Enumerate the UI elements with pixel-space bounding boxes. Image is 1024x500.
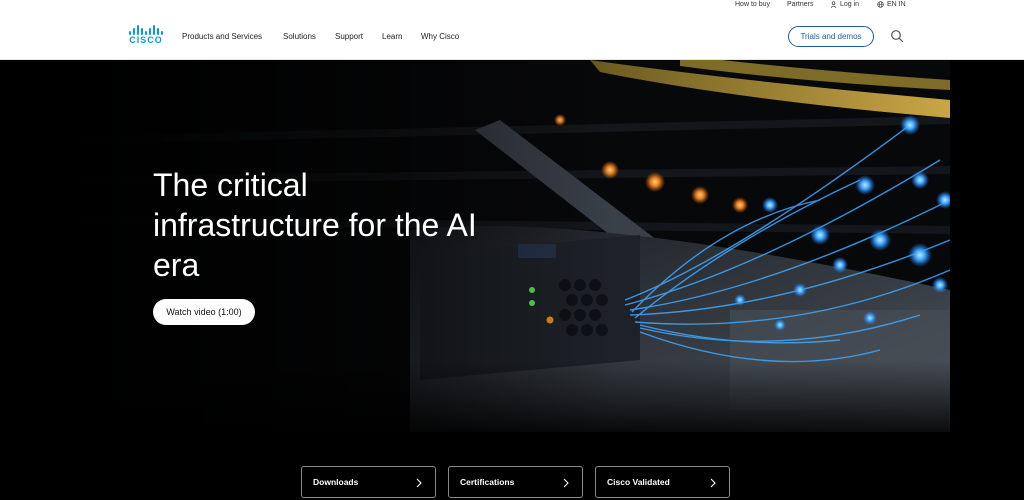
certifications-label: Certifications — [460, 477, 515, 487]
cisco-logo[interactable]: CISCO — [125, 25, 167, 47]
nav-learn[interactable]: Learn — [382, 32, 402, 42]
logo-text: CISCO — [129, 35, 163, 45]
login-link[interactable]: Log in — [830, 0, 859, 9]
language-selector[interactable]: EN IN — [877, 0, 906, 9]
hero-banner: The critical infrastructure for the AI e… — [0, 60, 1024, 500]
cisco-validated-link[interactable]: Cisco Validated — [595, 466, 730, 498]
how-to-buy-link[interactable]: How to buy — [735, 0, 770, 9]
watch-video-button[interactable]: Watch video (1:00) — [153, 299, 255, 325]
cisco-validated-label: Cisco Validated — [607, 477, 670, 487]
partners-link[interactable]: Partners — [787, 0, 813, 9]
hero-headline: The critical infrastructure for the AI e… — [153, 167, 477, 283]
nav-support[interactable]: Support — [335, 32, 363, 42]
globe-icon — [877, 1, 884, 8]
user-icon — [830, 1, 837, 8]
nav-products-services[interactable]: Products and Services — [182, 32, 262, 42]
chevron-right-icon — [710, 478, 716, 488]
search-icon — [891, 30, 904, 43]
language-label: EN IN — [887, 1, 906, 8]
search-button[interactable] — [890, 29, 904, 43]
chevron-right-icon — [563, 478, 569, 488]
chevron-right-icon — [416, 478, 422, 488]
nav-why-cisco[interactable]: Why Cisco — [421, 32, 459, 42]
trials-and-demos-button[interactable]: Trials and demos — [788, 26, 874, 47]
downloads-label: Downloads — [313, 477, 359, 487]
utility-bar: How to buy Partners Log in EN IN — [0, 0, 1024, 10]
logo-bars-icon — [125, 25, 167, 35]
main-header: CISCO Products and Services Solutions Su… — [0, 10, 1024, 60]
nav-solutions[interactable]: Solutions — [283, 32, 316, 42]
certifications-link[interactable]: Certifications — [448, 466, 583, 498]
downloads-link[interactable]: Downloads — [301, 466, 436, 498]
login-label: Log in — [840, 1, 860, 8]
